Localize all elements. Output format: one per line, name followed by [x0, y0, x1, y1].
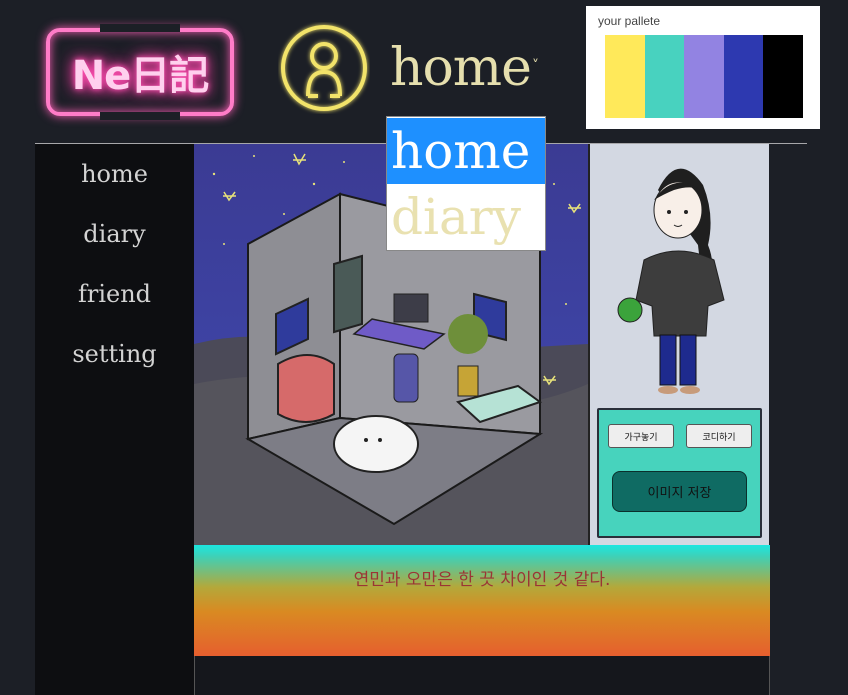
color-palette: your pallete [586, 6, 820, 129]
sidebar-item-setting[interactable]: setting [35, 340, 194, 368]
nav-title[interactable]: home [390, 38, 532, 98]
palette-swatch-lavender[interactable] [684, 35, 724, 118]
logo-text: Ne日記 [71, 53, 210, 99]
outfit-button[interactable]: 코디하기 [686, 424, 752, 448]
content-footer [194, 656, 770, 695]
sidebar-item-friend[interactable]: friend [35, 280, 194, 308]
app-logo[interactable]: Ne日記 [46, 28, 234, 116]
dropdown-option-home[interactable]: home [387, 118, 545, 184]
palette-swatch-blue[interactable] [723, 35, 764, 118]
chevron-down-icon[interactable]: ˅ [532, 58, 539, 74]
logo-gap [100, 112, 180, 120]
dropdown-option-diary[interactable]: diary [387, 184, 545, 250]
sidebar-item-home[interactable]: home [35, 160, 194, 188]
character-avatar [617, 168, 725, 394]
diary-message-bar: 연민과 오만은 한 끗 차이인 것 같다. [194, 545, 770, 656]
palette-swatch-yellow[interactable] [605, 35, 645, 118]
diary-message: 연민과 오만은 한 끗 차이인 것 같다. [353, 570, 611, 590]
tools-panel: 가구놓기 코디하기 이미지 저장 [597, 408, 762, 538]
sidebar-item-diary[interactable]: diary [35, 220, 194, 248]
place-furniture-button[interactable]: 가구놓기 [608, 424, 674, 448]
palette-swatches [605, 35, 803, 118]
palette-swatch-black[interactable] [763, 35, 803, 118]
user-icon[interactable] [278, 22, 370, 114]
logo-gap [100, 24, 180, 32]
save-image-button[interactable]: 이미지 저장 [612, 471, 747, 512]
sidebar: home diary friend setting [35, 144, 194, 695]
palette-swatch-teal[interactable] [644, 35, 685, 118]
nav-dropdown: home diary [386, 116, 546, 251]
palette-label: your pallete [598, 14, 661, 28]
